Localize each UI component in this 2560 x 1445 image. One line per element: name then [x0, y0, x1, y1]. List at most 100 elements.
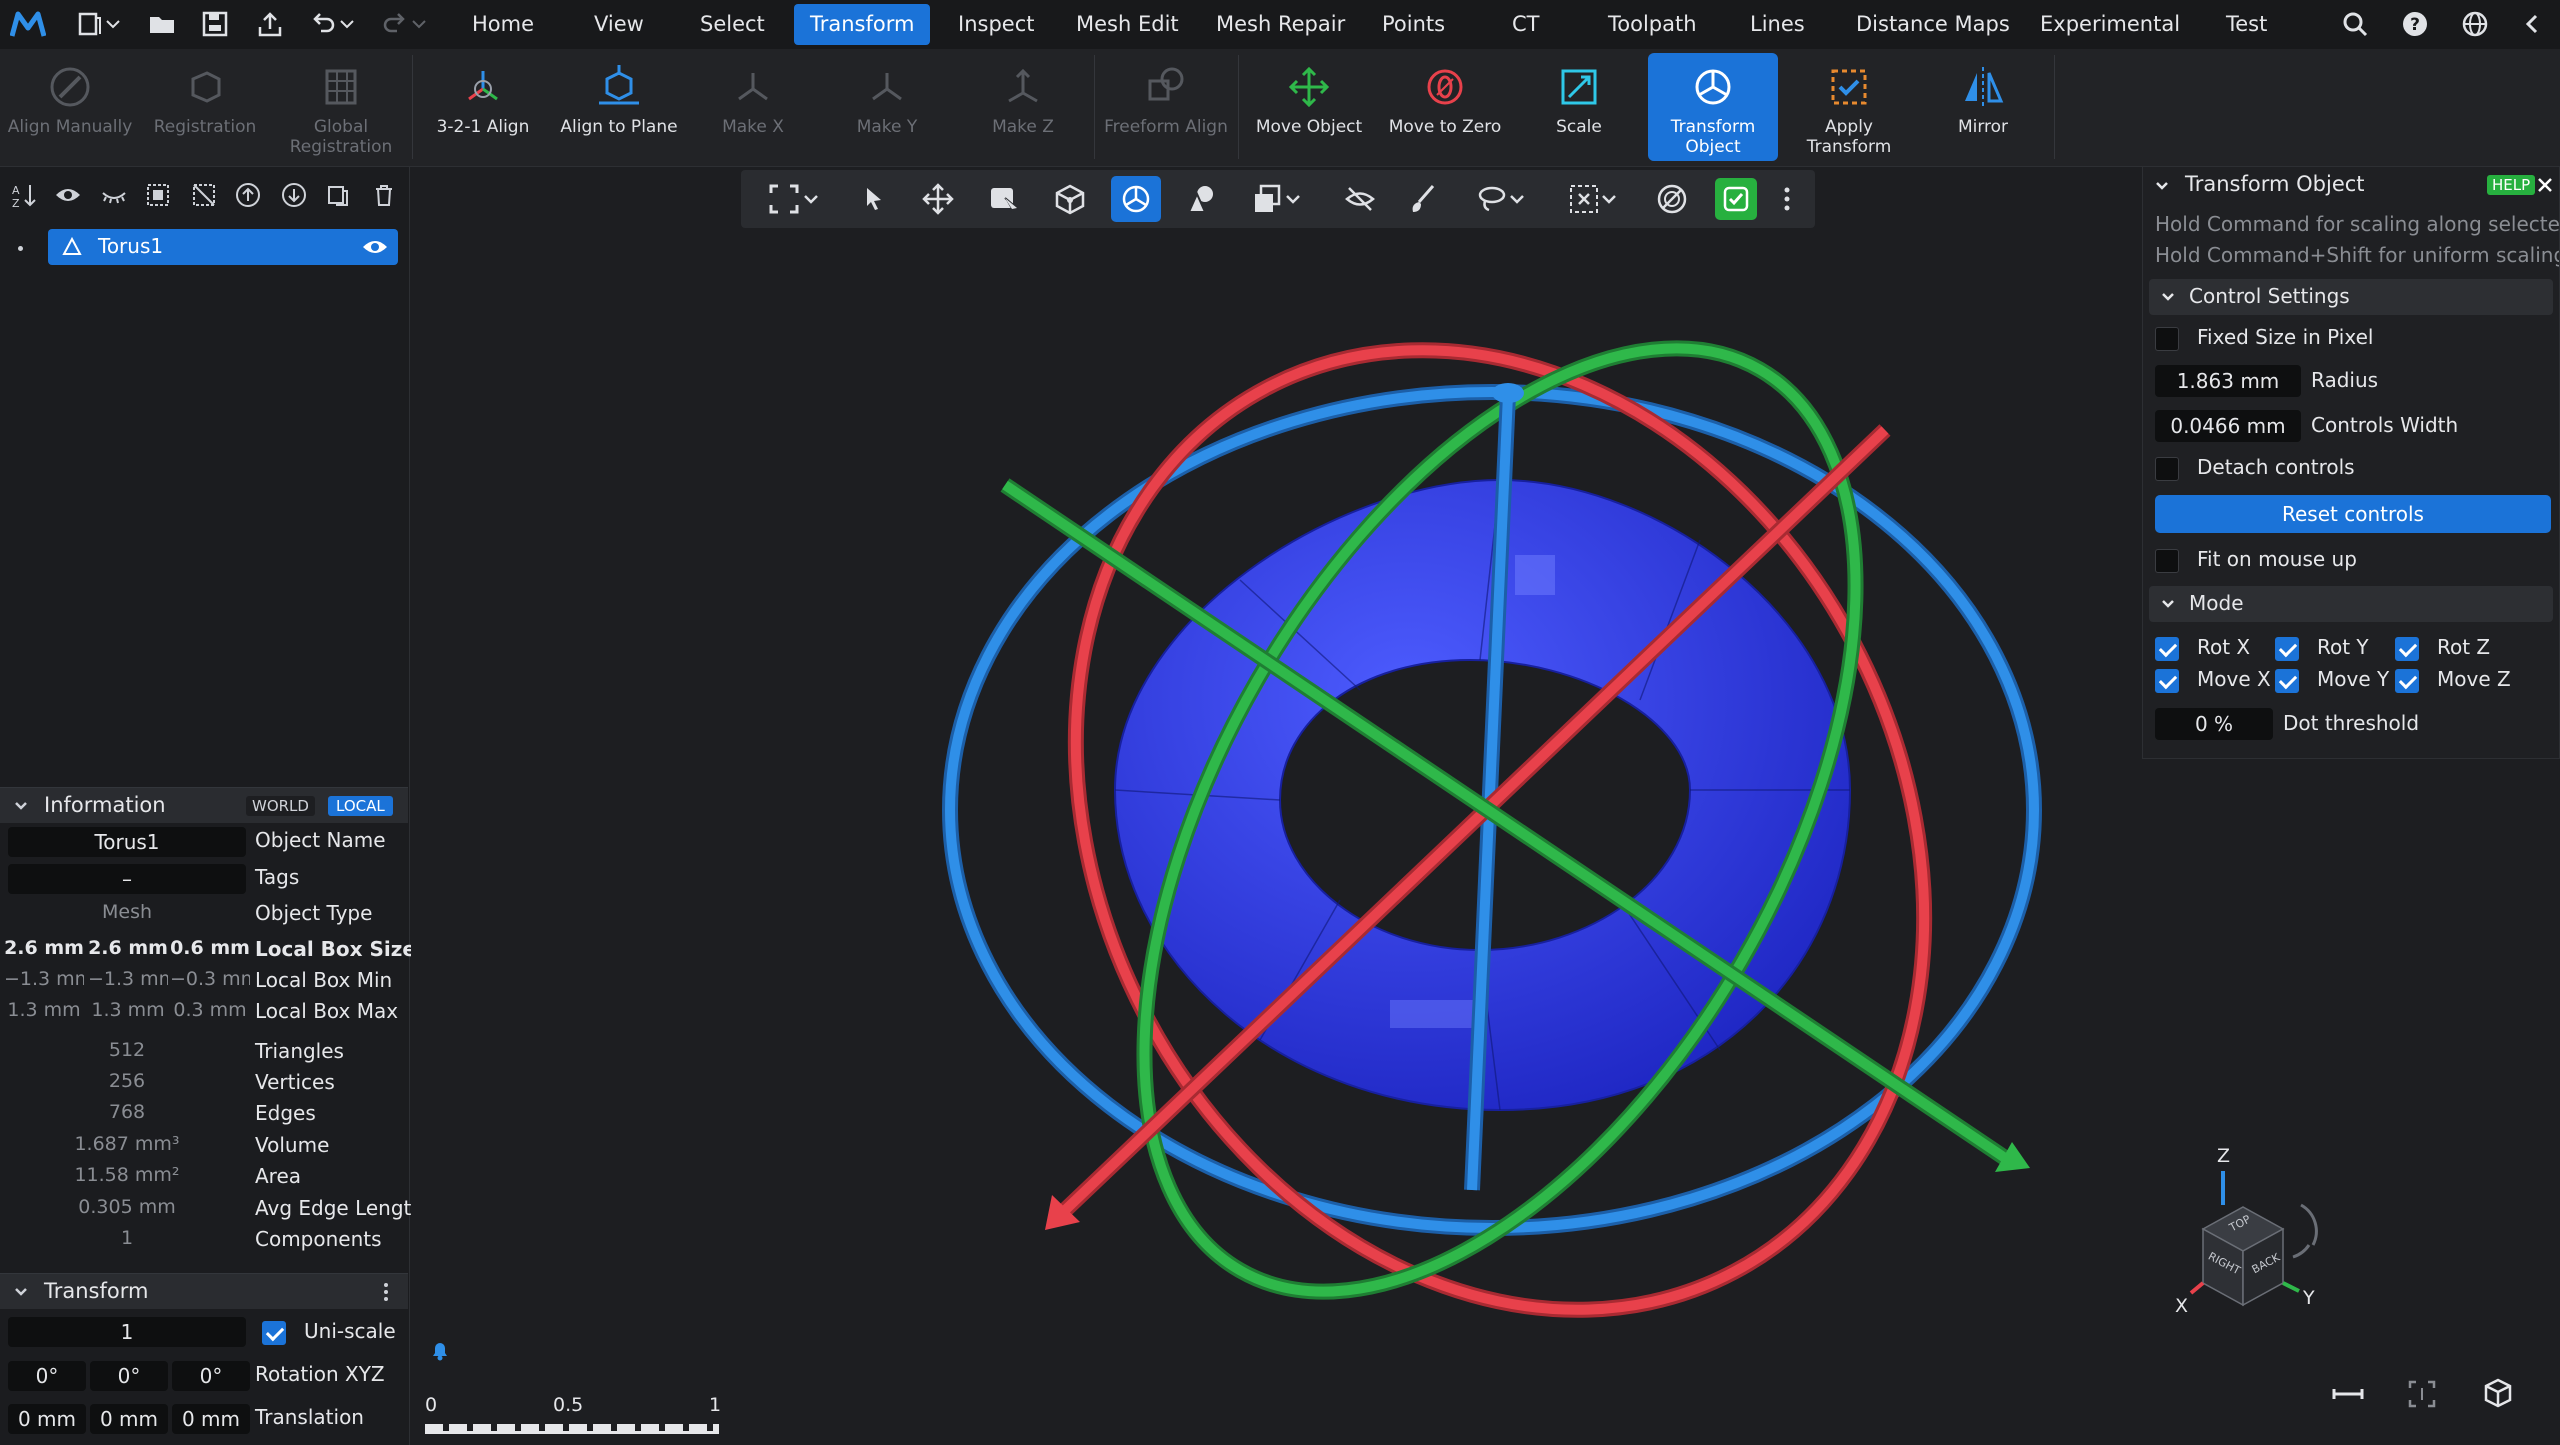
notification-bell-icon[interactable] — [427, 1337, 453, 1363]
fit-view-icon[interactable] — [2406, 1378, 2438, 1410]
hide-all-icon[interactable] — [100, 181, 128, 209]
registration-button[interactable]: Registration — [140, 53, 270, 161]
invert-selection-icon[interactable] — [1655, 182, 1689, 216]
globe-icon[interactable] — [2460, 9, 2490, 39]
global-registration-button[interactable]: Global Registration — [276, 53, 406, 161]
chevron-down-icon[interactable] — [1599, 182, 1619, 216]
duplicate-icon[interactable] — [324, 181, 352, 209]
move-to-zero-button[interactable]: Move to Zero — [1380, 53, 1510, 161]
export-icon[interactable] — [255, 9, 285, 39]
world-toggle[interactable]: WORLD — [246, 796, 315, 816]
shapes-icon[interactable] — [1185, 182, 1219, 216]
menu-test[interactable]: Test — [2210, 4, 2283, 45]
app-logo-icon[interactable] — [10, 10, 46, 38]
rot-x-checkbox[interactable] — [2155, 637, 2179, 661]
transform-tool-button[interactable] — [1111, 176, 1161, 222]
local-toggle[interactable]: LOCAL — [328, 796, 393, 816]
menu-mesh-edit[interactable]: Mesh Edit — [1060, 4, 1195, 45]
translation-x-field[interactable]: 0 mm — [8, 1404, 86, 1434]
object-name-field[interactable]: Torus1 — [8, 827, 246, 857]
dot-threshold-field[interactable]: 0 % — [2155, 708, 2273, 740]
brush-icon[interactable] — [1407, 182, 1441, 216]
frame-selection-icon[interactable] — [767, 182, 801, 216]
more-vertical-icon[interactable] — [1777, 182, 1797, 216]
chevron-down-icon[interactable] — [410, 9, 428, 39]
help-icon[interactable]: ? — [2400, 9, 2430, 39]
hide-selection-icon[interactable] — [1343, 182, 1377, 216]
align-manually-button[interactable]: Align Manually — [6, 53, 134, 161]
clone-icon[interactable] — [1251, 182, 1285, 216]
tags-field[interactable]: – — [8, 864, 246, 894]
transform-header[interactable]: Transform — [0, 1273, 408, 1309]
menu-points[interactable]: Points — [1366, 4, 1461, 45]
menu-toolpath[interactable]: Toolpath — [1592, 4, 1713, 45]
help-badge[interactable]: HELP — [2487, 175, 2536, 195]
menu-select[interactable]: Select — [684, 4, 781, 45]
chevron-down-icon[interactable] — [801, 182, 821, 216]
delete-icon[interactable] — [370, 181, 398, 209]
mirror-button[interactable]: Mirror — [1920, 53, 2046, 161]
information-header[interactable]: Information WORLD LOCAL — [0, 787, 408, 823]
redo-icon[interactable] — [380, 9, 410, 39]
move-x-checkbox[interactable] — [2155, 669, 2179, 693]
pointer-icon[interactable] — [857, 182, 891, 216]
rotation-y-field[interactable]: 0° — [90, 1361, 168, 1391]
view-cube[interactable]: Z X Y TOP RIGHT BACK — [2133, 1145, 2333, 1355]
chevron-down-icon[interactable] — [338, 9, 356, 39]
sort-az-icon[interactable]: AZ — [10, 181, 38, 209]
translation-y-field[interactable]: 0 mm — [90, 1404, 168, 1434]
controls-width-field[interactable]: 0.0466 mm — [2155, 410, 2301, 442]
uniscale-checkbox[interactable] — [262, 1321, 286, 1345]
make-z-button[interactable]: Make Z — [960, 53, 1086, 161]
chevron-down-icon[interactable] — [2155, 179, 2169, 193]
deselect-box-icon[interactable] — [1567, 182, 1601, 216]
select-vertices-icon[interactable] — [1053, 182, 1087, 216]
fit-on-mouse-up-checkbox[interactable] — [2155, 549, 2179, 573]
ruler-icon[interactable] — [2331, 1382, 2365, 1406]
deselect-icon[interactable] — [190, 181, 218, 209]
reset-controls-button[interactable]: Reset controls — [2155, 495, 2551, 533]
visibility-eye-icon[interactable] — [362, 236, 388, 258]
menu-home[interactable]: Home — [456, 4, 550, 45]
collapse-left-icon[interactable] — [2520, 9, 2544, 39]
menu-mesh-repair[interactable]: Mesh Repair — [1200, 4, 1361, 45]
menu-lines[interactable]: Lines — [1734, 4, 1821, 45]
scale-field[interactable]: 1 — [8, 1317, 246, 1347]
menu-transform[interactable]: Transform — [794, 4, 931, 45]
more-vertical-icon[interactable] — [380, 1282, 392, 1302]
translation-z-field[interactable]: 0 mm — [172, 1404, 250, 1434]
scale-button[interactable]: Scale — [1516, 53, 1642, 161]
make-y-button[interactable]: Make Y — [824, 53, 950, 161]
select-all-icon[interactable] — [144, 181, 172, 209]
new-file-icon[interactable] — [74, 9, 104, 39]
chevron-down-icon[interactable] — [1283, 182, 1303, 216]
chevron-down-icon[interactable] — [104, 9, 122, 39]
rot-z-checkbox[interactable] — [2395, 637, 2419, 661]
menu-view[interactable]: View — [578, 4, 660, 45]
perspective-cube-icon[interactable] — [2481, 1376, 2515, 1410]
rot-y-checkbox[interactable] — [2275, 637, 2299, 661]
show-all-icon[interactable] — [54, 181, 82, 209]
menu-distance-maps[interactable]: Distance Maps — [1840, 4, 2026, 45]
make-x-button[interactable]: Make X — [690, 53, 816, 161]
transform-object-button[interactable]: Transform Object — [1648, 53, 1778, 161]
lasso-icon[interactable] — [1475, 182, 1509, 216]
fixed-size-checkbox[interactable] — [2155, 327, 2179, 351]
save-icon[interactable] — [200, 9, 230, 39]
mode-header[interactable]: Mode — [2149, 586, 2553, 622]
align-321-button[interactable]: 3-2-1 Align — [418, 53, 548, 161]
undo-icon[interactable] — [308, 9, 338, 39]
search-icon[interactable] — [2340, 9, 2370, 39]
move-up-icon[interactable] — [234, 181, 262, 209]
menu-ct[interactable]: CT — [1496, 4, 1556, 45]
menu-experimental[interactable]: Experimental — [2024, 4, 2196, 45]
freeform-align-button[interactable]: Freeform Align — [1100, 53, 1232, 161]
control-settings-header[interactable]: Control Settings — [2149, 279, 2553, 315]
tree-item-torus1[interactable]: Torus1 — [48, 229, 398, 265]
detach-controls-checkbox[interactable] — [2155, 457, 2179, 481]
move-object-button[interactable]: Move Object — [1244, 53, 1374, 161]
chevron-down-icon[interactable] — [1507, 182, 1527, 216]
rotation-z-field[interactable]: 0° — [172, 1361, 250, 1391]
align-to-plane-button[interactable]: Align to Plane — [554, 53, 684, 161]
move-y-checkbox[interactable] — [2275, 669, 2299, 693]
